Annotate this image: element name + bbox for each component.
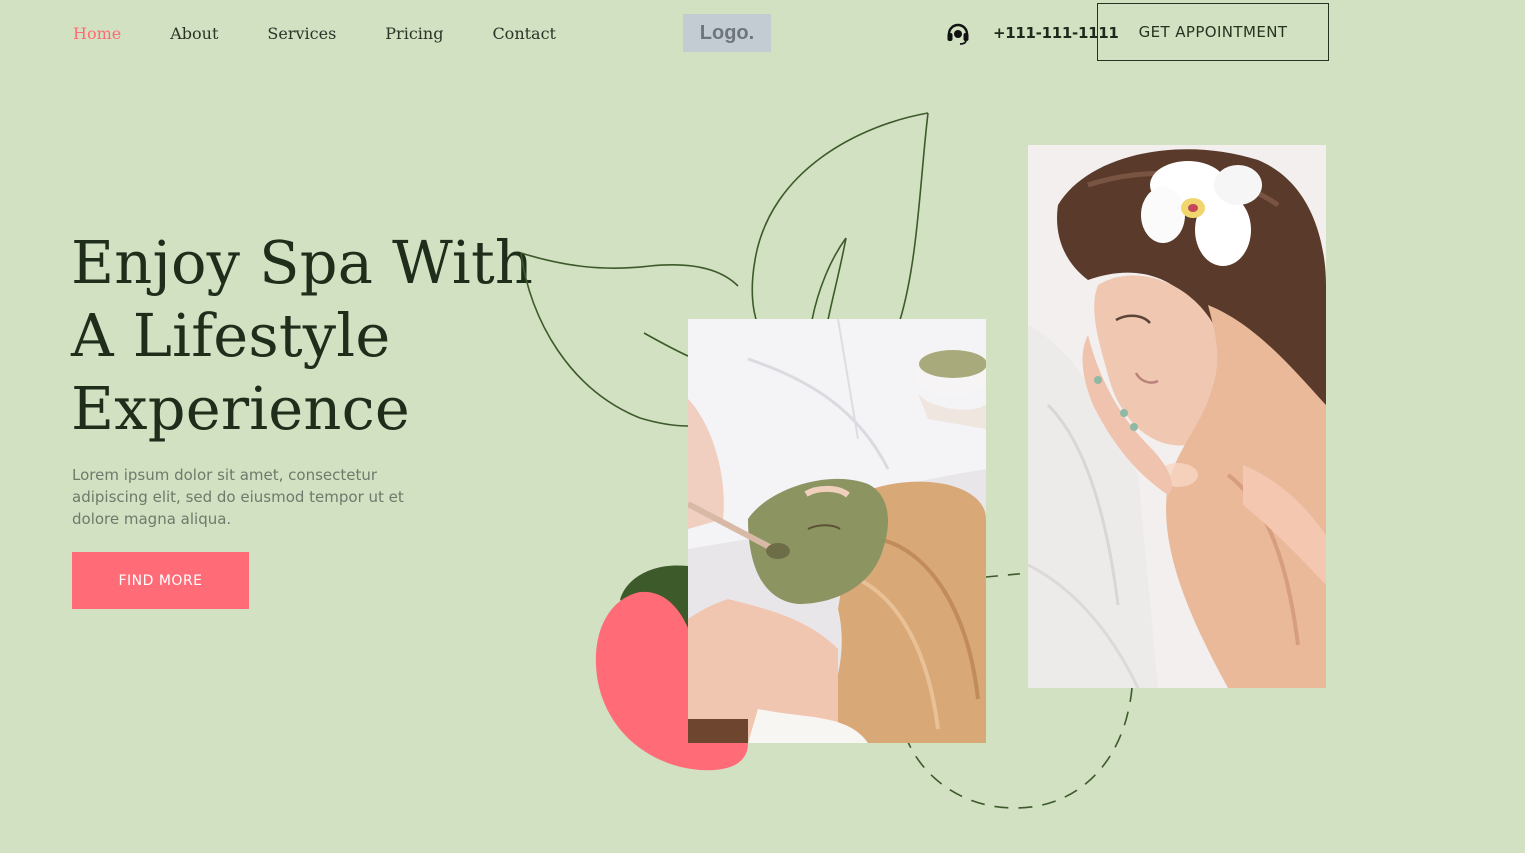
dashed-line [985,572,1029,578]
massage-photo [1028,145,1326,688]
facial-mask-photo [688,319,986,743]
